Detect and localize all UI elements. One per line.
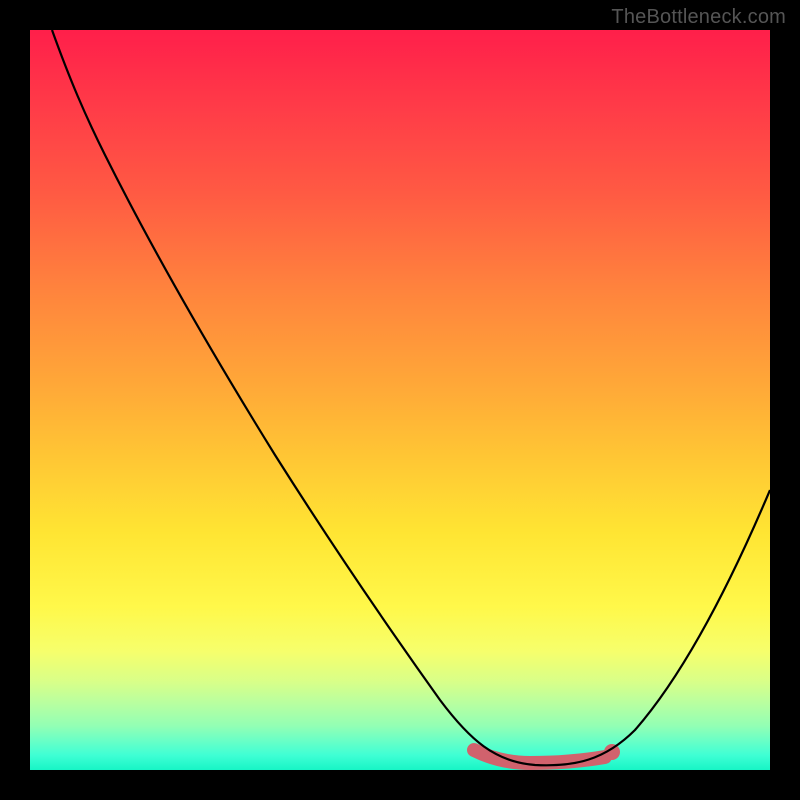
chart-frame: TheBottleneck.com (0, 0, 800, 800)
plot-area (30, 30, 770, 770)
chart-svg (30, 30, 770, 770)
bottleneck-curve-line (52, 30, 770, 765)
watermark-text: TheBottleneck.com (611, 6, 786, 29)
